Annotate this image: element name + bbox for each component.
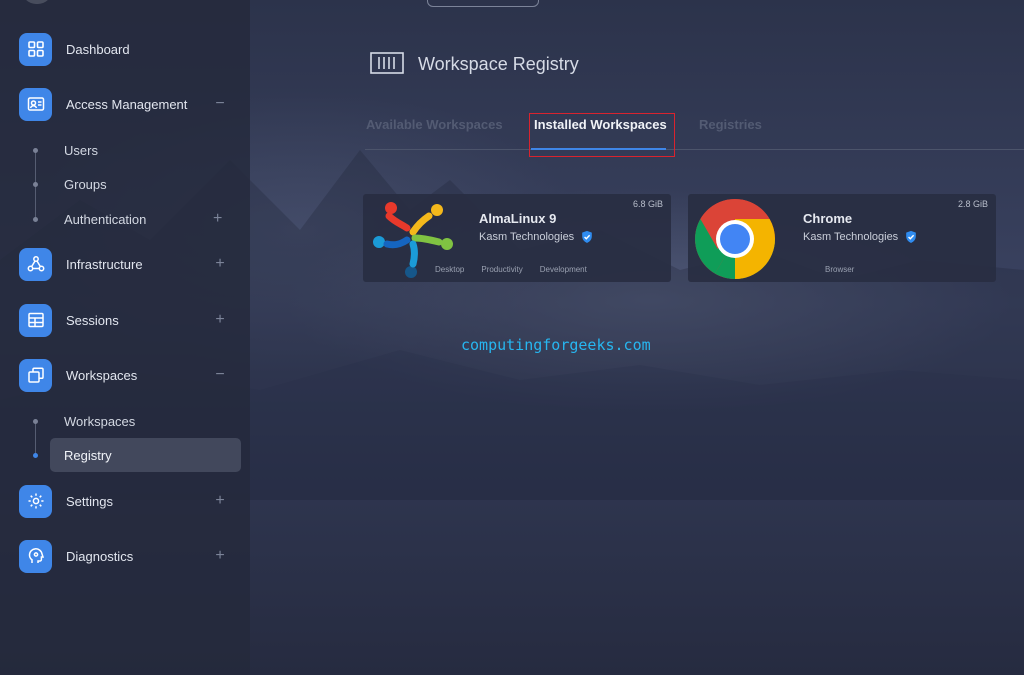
sidebar-item-label: Infrastructure [66, 256, 143, 272]
watermark-text: computingforgeeks.com [461, 336, 651, 354]
sidebar: Dashboard Access Management − Users Grou… [0, 0, 250, 675]
sidebar-item-label: Workspaces [66, 367, 138, 383]
workspace-tags: Desktop Productivity Development [435, 265, 604, 274]
workspace-card-chrome[interactable]: 2.8 GiB Chrome Kasm Technologies Browser [688, 194, 996, 282]
sidebar-subitem-groups[interactable]: Groups [0, 168, 250, 200]
sidebar-subitem-label: Registry [64, 447, 112, 463]
workspace-name: AlmaLinux 9 [479, 211, 557, 226]
tabs-divider [365, 149, 1024, 150]
tab-registries[interactable]: Registries [699, 117, 762, 132]
sidebar-subitem-workspaces[interactable]: Workspaces [0, 405, 250, 437]
head-icon [19, 539, 52, 573]
sidebar-item-access-management[interactable]: Access Management − [0, 84, 250, 124]
workspace-tags: Browser [825, 265, 871, 274]
table-icon [19, 303, 52, 337]
tag: Productivity [481, 265, 523, 274]
size-badge: 2.8 GiB [957, 199, 988, 209]
collapse-icon[interactable]: − [213, 96, 227, 112]
dashboard-icon [19, 32, 52, 66]
sidebar-item-label: Dashboard [66, 41, 130, 57]
vendor-label: Kasm Technologies [479, 231, 575, 243]
expand-icon[interactable]: + [213, 548, 227, 564]
bullet-icon [33, 418, 38, 424]
verified-badge-icon [582, 230, 592, 243]
bullet-icon [33, 216, 38, 222]
sidebar-item-sessions[interactable]: Sessions + [0, 300, 250, 340]
sidebar-subitem-authentication[interactable]: Authentication + [0, 203, 250, 235]
sidebar-item-label: Access Management [66, 96, 188, 112]
sidebar-subitem-label: Authentication [64, 211, 147, 227]
network-icon [19, 247, 52, 281]
tag: Desktop [435, 265, 465, 274]
sidebar-item-diagnostics[interactable]: Diagnostics + [0, 536, 250, 576]
sidebar-item-dashboard[interactable]: Dashboard [0, 29, 250, 69]
chrome-logo-icon [695, 199, 775, 279]
size-badge: 6.8 GiB [632, 199, 663, 209]
annotation-highlight-box [529, 113, 675, 157]
page-title: Workspace Registry [418, 54, 579, 74]
sidebar-item-settings[interactable]: Settings + [0, 481, 250, 521]
id-card-icon [19, 87, 52, 121]
sidebar-item-infrastructure[interactable]: Infrastructure + [0, 244, 250, 284]
verified-badge-icon [906, 230, 916, 243]
top-menu-button[interactable] [427, 0, 539, 7]
bullet-icon [33, 452, 38, 458]
sidebar-subitem-registry[interactable]: Registry [0, 439, 250, 471]
expand-icon[interactable]: + [213, 493, 227, 509]
tag: Browser [825, 265, 855, 274]
sidebar-subitem-label: Groups [64, 176, 107, 192]
workspace-vendor: Kasm Technologies [479, 230, 594, 244]
sidebar-item-label: Sessions [66, 312, 119, 328]
bullet-icon [33, 181, 38, 187]
collapse-icon[interactable]: − [213, 367, 227, 383]
sidebar-subitem-label: Users [64, 142, 98, 158]
expand-icon[interactable]: + [213, 256, 227, 272]
gear-icon [19, 484, 52, 518]
sidebar-item-label: Settings [66, 493, 113, 509]
registry-icon [370, 52, 404, 74]
workspace-vendor: Kasm Technologies [803, 230, 918, 244]
workspace-card-almalinux[interactable]: 6.8 GiB AlmaLinux 9 Kasm Technologies De… [363, 194, 671, 282]
sidebar-subitem-users[interactable]: Users [0, 134, 250, 166]
bullet-icon [33, 147, 38, 153]
tag: Development [539, 265, 587, 274]
expand-icon[interactable]: + [213, 312, 227, 328]
sidebar-subitem-label: Workspaces [64, 413, 136, 429]
sidebar-item-label: Diagnostics [66, 548, 134, 564]
tab-available-workspaces[interactable]: Available Workspaces [366, 117, 503, 132]
expand-icon[interactable]: + [213, 210, 222, 228]
vendor-label: Kasm Technologies [803, 231, 899, 243]
sidebar-item-workspaces[interactable]: Workspaces − [0, 355, 250, 395]
workspace-name: Chrome [803, 211, 853, 226]
windows-icon [19, 358, 52, 392]
